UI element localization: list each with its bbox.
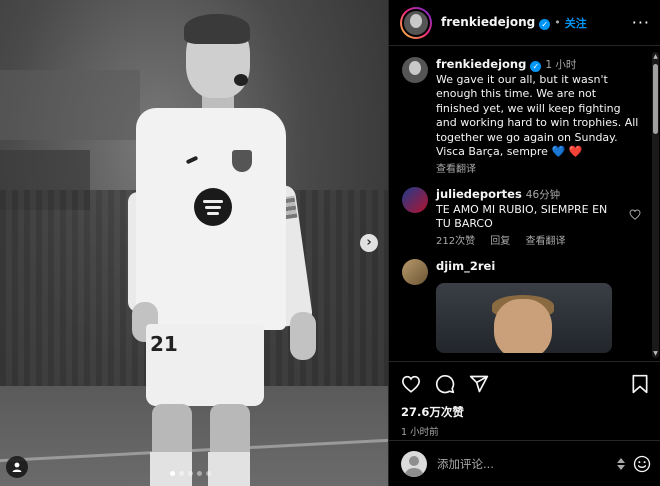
post-header: frenkiedejong ✓ • 关注 ···: [389, 0, 660, 46]
red-heart-emoji: ❤️: [568, 145, 583, 158]
caption-avatar[interactable]: [402, 57, 428, 83]
comments-scrollbar[interactable]: ▲ ▼: [652, 52, 659, 358]
carousel-dots: [170, 471, 211, 476]
player-right-sock: [208, 452, 250, 486]
player-photo: 21: [118, 12, 328, 486]
like-heart-icon[interactable]: [401, 375, 421, 393]
caption-username[interactable]: frenkiedejong: [436, 57, 526, 71]
verified-badge-icon: ✓: [530, 61, 542, 72]
tagged-users-button[interactable]: [6, 456, 28, 478]
user-tag-icon: [12, 462, 22, 472]
comment-reply-button[interactable]: 回复: [490, 236, 510, 247]
carousel-dot: [179, 471, 184, 476]
carousel-dot: [170, 471, 175, 476]
caption-time: 1 小时: [545, 59, 577, 71]
player-right-hand: [290, 312, 316, 360]
more-options-icon[interactable]: ···: [632, 13, 650, 32]
scroll-down-arrow-icon[interactable]: ▼: [652, 350, 659, 357]
follow-button[interactable]: 关注: [565, 15, 587, 31]
comment-avatar[interactable]: [402, 187, 428, 213]
caption: frenkiedejong ✓ 1 小时 We gave it our all, b…: [402, 57, 641, 177]
comment-username[interactable]: djim_2rei: [436, 259, 495, 273]
blue-heart-emoji: 💙: [551, 145, 566, 158]
player-left-sock: [150, 452, 192, 486]
sponsor-logo: [194, 188, 232, 226]
comment-avatar[interactable]: [402, 259, 428, 285]
comment-bubble-icon[interactable]: [435, 374, 455, 394]
header-separator: •: [554, 16, 561, 29]
player-mouth: [234, 74, 248, 86]
caption-translate-link[interactable]: 查看翻译: [436, 164, 476, 175]
comment-text: TE AMO MI RUBIO, SIEMPRE EN TU BARCO: [436, 202, 608, 231]
add-comment-input[interactable]: [437, 456, 615, 471]
scroll-up-arrow-icon[interactable]: ▲: [652, 53, 659, 60]
post-media[interactable]: 21 ›: [0, 0, 388, 486]
author-username[interactable]: frenkiedejong ✓: [441, 15, 551, 30]
comment-username[interactable]: juliedeportes: [436, 187, 522, 201]
post-side-panel: frenkiedejong ✓ • 关注 ··· frenkiedejong ✓ 1 …: [388, 0, 660, 486]
player-hair-top: [184, 14, 250, 44]
carousel-next-button[interactable]: ›: [360, 234, 378, 252]
carousel-dot: [197, 471, 202, 476]
share-paper-plane-icon[interactable]: [469, 374, 489, 394]
comment-item: djim_2rei: [402, 259, 641, 353]
comment-translate-link[interactable]: 查看翻译: [525, 236, 565, 247]
current-user-avatar: [401, 450, 427, 477]
text-format-icon[interactable]: [615, 457, 627, 471]
comments-list: frenkiedejong ✓ 1 小时 We gave it our all, b…: [389, 47, 651, 361]
bookmark-icon[interactable]: [631, 374, 649, 394]
comment-likes[interactable]: 212次赞: [436, 236, 475, 247]
carousel-dot: [206, 471, 211, 476]
comment-composer: [389, 440, 660, 486]
likes-count[interactable]: 27.6万次赞: [401, 404, 649, 420]
verified-badge-icon: ✓: [539, 19, 551, 30]
comment-media-image[interactable]: [436, 282, 612, 353]
post-actions: 27.6万次赞 1 小时前: [389, 361, 660, 438]
comment-time: 46分钟: [525, 189, 561, 201]
comment-item: juliedeportes 46分钟 TE AMO MI RUBIO, SIEMP…: [402, 187, 641, 249]
carousel-dot: [188, 471, 193, 476]
emoji-smiley-icon[interactable]: [633, 455, 651, 473]
post-time[interactable]: 1 小时前: [401, 424, 649, 438]
shorts-number: 21: [150, 332, 178, 356]
comment-like-heart-icon[interactable]: [629, 209, 641, 220]
author-avatar[interactable]: [400, 6, 432, 39]
chevron-right-icon: ›: [366, 235, 372, 250]
club-crest: [232, 150, 252, 172]
scrollbar-thumb[interactable]: [653, 64, 658, 134]
caption-text: We gave it our all, but it wasn't enough…: [436, 72, 639, 159]
